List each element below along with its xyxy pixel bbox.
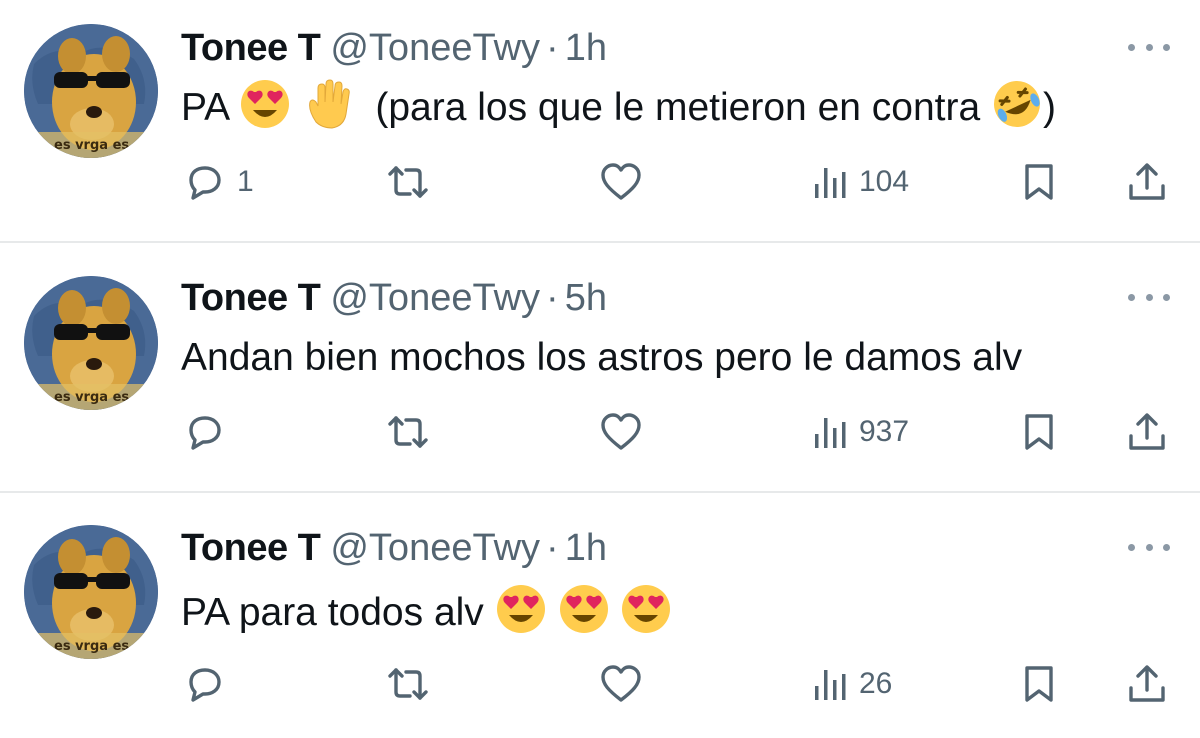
tweet-header: Tonee T @ToneeTwy · 1h <box>181 524 607 572</box>
like-icon <box>601 163 641 200</box>
tweet[interactable]: es vrga es Tonee T @ToneeTwy · 1h PA (para … <box>0 0 1200 245</box>
reply-count: 1 <box>237 165 254 198</box>
user-handle[interactable]: @ToneeTwy <box>330 527 540 569</box>
action-bar: 1 104 <box>0 152 1200 212</box>
reply-icon <box>189 166 221 200</box>
views-count: 937 <box>859 415 910 448</box>
like-icon <box>601 665 641 702</box>
share-icon <box>1129 413 1165 450</box>
timestamp[interactable]: 1h <box>565 527 607 569</box>
user-handle[interactable]: @ToneeTwy <box>330 27 540 69</box>
tweet-text: Andan bien mochos los astros pero le dam… <box>181 332 1022 384</box>
tweet-header: Tonee T @ToneeTwy · 5h <box>181 274 607 322</box>
retweet-button[interactable] <box>384 402 432 462</box>
avatar[interactable]: es vrga es <box>24 525 158 659</box>
views-count: 104 <box>859 165 910 198</box>
like-button[interactable] <box>598 654 644 714</box>
divider <box>0 241 1200 243</box>
tweet-text: PA (para los que le metieron en contra) <box>181 78 1056 134</box>
views-button[interactable]: 26 <box>813 654 892 714</box>
views-button[interactable]: 104 <box>813 152 909 212</box>
retweet-icon <box>388 166 428 198</box>
bookmark-button[interactable] <box>1019 402 1059 462</box>
display-name[interactable]: Tonee T <box>181 277 321 319</box>
reply-button[interactable]: 1 <box>183 152 254 212</box>
views-button[interactable]: 937 <box>813 402 909 462</box>
user-handle[interactable]: @ToneeTwy <box>330 277 540 319</box>
heart-eyes-emoji <box>620 583 672 635</box>
tweet-text-part: PA <box>181 86 228 129</box>
tweet[interactable]: es vrga es Tonee T @ToneeTwy · 1h PA para t… <box>0 493 1200 738</box>
reply-icon <box>189 668 221 702</box>
avatar-caption: es vrga es <box>54 639 129 654</box>
heart-eyes-emoji <box>495 583 547 635</box>
share-icon <box>1129 163 1165 200</box>
display-name[interactable]: Tonee T <box>181 27 321 69</box>
views-icon <box>815 670 846 700</box>
display-name[interactable]: Tonee T <box>181 527 321 569</box>
bookmark-icon <box>1025 414 1053 450</box>
retweet-button[interactable] <box>384 152 432 212</box>
views-icon <box>815 168 846 198</box>
bookmark-icon <box>1025 164 1053 200</box>
bookmark-icon <box>1025 666 1053 702</box>
tweet-text-part: (para los que le metieron en contra <box>375 86 981 129</box>
reply-icon <box>189 416 221 450</box>
more-icon[interactable] <box>1128 288 1170 306</box>
share-button[interactable] <box>1125 654 1169 714</box>
bookmark-button[interactable] <box>1019 152 1059 212</box>
tweet-text-part: PA para todos alv <box>181 591 484 634</box>
separator: · <box>546 27 559 69</box>
timestamp[interactable]: 1h <box>565 27 607 69</box>
retweet-icon <box>388 668 428 700</box>
tweet-text-part: Andan bien mochos los astros pero le dam… <box>181 336 1023 379</box>
heart-eyes-emoji <box>558 583 610 635</box>
share-button[interactable] <box>1125 152 1169 212</box>
tweet-text-part: ) <box>1043 86 1057 129</box>
avatar[interactable]: es vrga es <box>24 24 158 158</box>
separator: · <box>546 277 559 319</box>
retweet-icon <box>388 416 428 448</box>
like-button[interactable] <box>598 152 644 212</box>
views-icon <box>815 418 846 448</box>
more-icon[interactable] <box>1128 538 1170 556</box>
heart-eyes-emoji <box>239 78 291 130</box>
reply-button[interactable] <box>183 402 237 462</box>
more-icon[interactable] <box>1128 38 1170 56</box>
share-icon <box>1129 665 1165 702</box>
tweet-header: Tonee T @ToneeTwy · 1h <box>181 24 607 72</box>
reply-button[interactable] <box>183 654 237 714</box>
action-bar: 26 <box>0 654 1200 714</box>
raised-hand-emoji <box>302 78 354 130</box>
views-count: 26 <box>859 667 893 700</box>
share-button[interactable] <box>1125 402 1169 462</box>
timestamp[interactable]: 5h <box>565 277 607 319</box>
retweet-button[interactable] <box>384 654 432 714</box>
like-icon <box>601 413 641 450</box>
rolling-laughing-emoji <box>991 78 1043 130</box>
action-bar: 937 <box>0 402 1200 462</box>
tweet-text: PA para todos alv <box>181 583 672 639</box>
separator: · <box>546 527 559 569</box>
like-button[interactable] <box>598 402 644 462</box>
tweet[interactable]: es vrga es Tonee T @ToneeTwy · 5h Andan bie… <box>0 244 1200 489</box>
avatar[interactable]: es vrga es <box>24 276 158 410</box>
bookmark-button[interactable] <box>1019 654 1059 714</box>
avatar-caption: es vrga es <box>54 138 129 153</box>
